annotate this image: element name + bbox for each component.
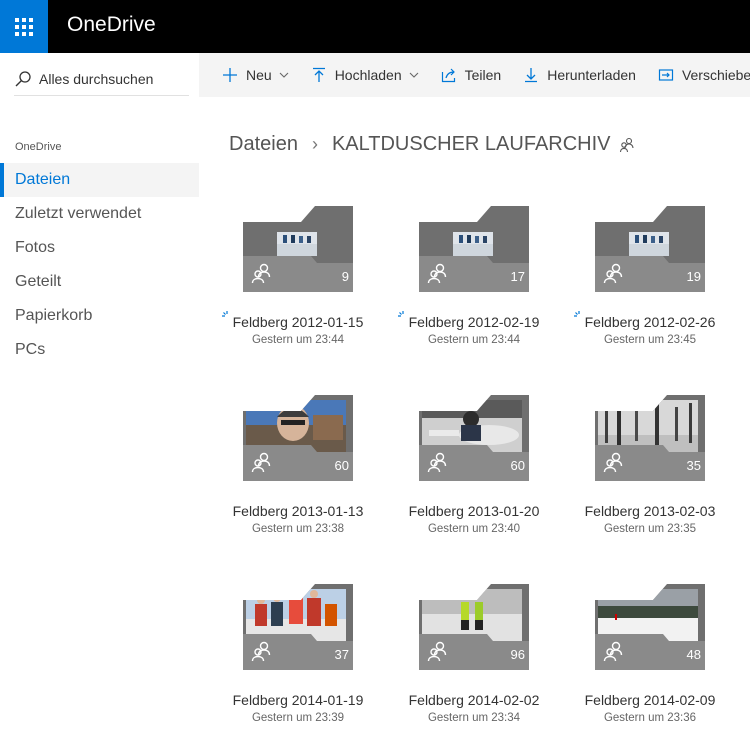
- folder-modified: Gestern um 23:36: [603, 712, 697, 724]
- move-button[interactable]: Verschieben nach: [658, 67, 750, 83]
- download-icon: [525, 68, 538, 83]
- item-count: 96: [510, 647, 525, 662]
- folder-modified: Gestern um 23:35: [603, 523, 697, 535]
- upload-label: Hochladen: [334, 67, 402, 83]
- download-label: Herunterladen: [547, 67, 636, 83]
- app-launcher-icon[interactable]: [0, 0, 48, 53]
- folder-name[interactable]: Feldberg 2012-02-26: [575, 314, 725, 330]
- folder-modified: Gestern um 23:34: [427, 712, 521, 724]
- plus-icon: [223, 68, 237, 82]
- search-input[interactable]: Alles durchsuchen: [39, 71, 153, 87]
- item-count: 37: [334, 647, 349, 662]
- folder-modified: Gestern um 23:40: [427, 523, 521, 535]
- item-count: 60: [510, 458, 525, 473]
- new-button[interactable]: Neu: [222, 67, 289, 83]
- upload-icon: [312, 67, 325, 82]
- folder-tile[interactable]: 35 Feldberg 2013-02-03 Gestern um 23:35: [575, 395, 735, 545]
- folder-tile[interactable]: 96 Feldberg 2014-02-02 Gestern um 23:34: [399, 584, 559, 734]
- shared-people-icon: [619, 137, 634, 152]
- sidebar: Alles durchsuchen OneDrive Dateien Zulet…: [0, 53, 199, 750]
- folder-name[interactable]: Feldberg 2014-02-02: [399, 692, 549, 708]
- chevron-right-icon: ›: [311, 134, 318, 154]
- command-bar: Neu Hochladen Teilen Herunterladen Versc…: [199, 53, 750, 97]
- item-count: 17: [510, 269, 525, 284]
- folder-modified: Gestern um 23:38: [251, 523, 345, 535]
- folder-tile[interactable]: 60 Feldberg 2013-01-13 Gestern um 23:38: [223, 395, 383, 545]
- upload-button[interactable]: Hochladen: [311, 67, 419, 83]
- folder-name[interactable]: Feldberg 2012-01-15: [223, 314, 373, 330]
- breadcrumb: Dateien › KALTDUSCHER LAUFARCHIV: [229, 133, 635, 156]
- breadcrumb-root[interactable]: Dateien: [229, 133, 298, 156]
- chevron-down-icon: [279, 72, 289, 78]
- breadcrumb-current[interactable]: KALTDUSCHER LAUFARCHIV: [332, 133, 611, 156]
- folder-name[interactable]: Feldberg 2013-01-13: [223, 503, 373, 519]
- folder-modified: Gestern um 23:39: [251, 712, 345, 724]
- chevron-down-icon: [409, 72, 419, 78]
- search-box[interactable]: Alles durchsuchen: [14, 62, 189, 96]
- new-label: Neu: [246, 67, 272, 83]
- folder-modified: Gestern um 23:45: [603, 334, 697, 346]
- folder-name[interactable]: Feldberg 2014-01-19: [223, 692, 373, 708]
- folder-tile[interactable]: 19 Feldberg 2012-02-26 Gestern um 23:45: [574, 206, 735, 356]
- share-icon: [441, 68, 455, 83]
- item-count: 9: [341, 269, 349, 284]
- download-button[interactable]: Herunterladen: [523, 67, 636, 83]
- folder-tile[interactable]: 60 Feldberg 2013-01-20 Gestern um 23:40: [399, 395, 559, 545]
- folder-name[interactable]: Feldberg 2014-02-09: [575, 692, 725, 708]
- share-label: Teilen: [464, 67, 502, 83]
- folder-tile[interactable]: 17 Feldberg 2012-02-19 Gestern um 23:44: [398, 206, 559, 356]
- move-label: Verschieben nach: [681, 67, 750, 83]
- folder-tile[interactable]: 9 Feldberg 2012-01-15 Gestern um 23:44: [222, 206, 383, 356]
- sidebar-item-fotos[interactable]: Fotos: [0, 231, 199, 265]
- folder-name[interactable]: Feldberg 2012-02-19: [399, 314, 549, 330]
- move-icon: [658, 69, 674, 81]
- folder-tile[interactable]: 48 Feldberg 2014-02-09 Gestern um 23:36: [575, 584, 735, 734]
- app-title[interactable]: OneDrive: [67, 13, 156, 37]
- item-count: 35: [686, 458, 701, 473]
- folder-tile[interactable]: 37 Feldberg 2014-01-19 Gestern um 23:39: [223, 584, 383, 734]
- sidebar-item-pcs[interactable]: PCs: [0, 333, 199, 367]
- sidebar-item-zuletzt-verwendet[interactable]: Zuletzt verwendet: [0, 197, 199, 231]
- nav-heading: OneDrive: [15, 141, 62, 153]
- sidebar-item-papierkorb[interactable]: Papierkorb: [0, 299, 199, 333]
- search-icon: [15, 70, 31, 86]
- folder-name[interactable]: Feldberg 2013-01-20: [399, 503, 549, 519]
- sidebar-item-geteilt[interactable]: Geteilt: [0, 265, 199, 299]
- item-count: 60: [334, 458, 349, 473]
- folder-name[interactable]: Feldberg 2013-02-03: [575, 503, 725, 519]
- share-button[interactable]: Teilen: [441, 67, 502, 83]
- item-count: 48: [686, 647, 701, 662]
- folder-modified: Gestern um 23:44: [251, 334, 345, 346]
- sidebar-item-dateien[interactable]: Dateien: [0, 163, 199, 197]
- folder-modified: Gestern um 23:44: [427, 334, 521, 346]
- top-bar: OneDrive: [0, 0, 750, 53]
- item-count: 19: [686, 269, 701, 284]
- sidebar-nav: Dateien Zuletzt verwendet Fotos Geteilt …: [0, 163, 199, 367]
